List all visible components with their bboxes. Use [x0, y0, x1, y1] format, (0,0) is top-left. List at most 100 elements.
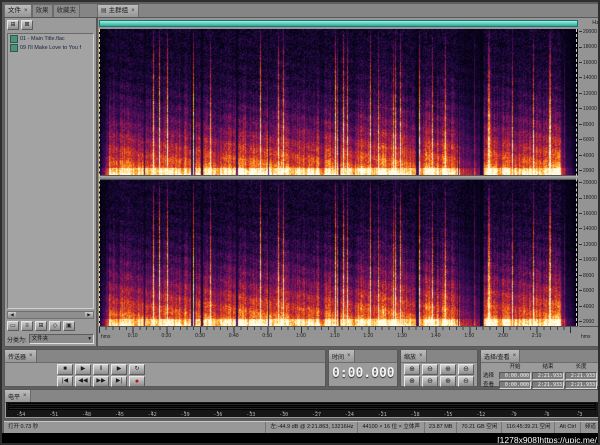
- stop-button[interactable]: ■: [57, 364, 73, 375]
- close-icon[interactable]: ×: [130, 5, 135, 17]
- meter-scale-number: -54: [16, 412, 26, 417]
- zoom-in-vertical-button[interactable]: ⊕: [404, 376, 420, 387]
- watermark-text: [1278x908]https://upic.me/: [497, 435, 597, 445]
- close-icon[interactable]: ×: [23, 5, 28, 17]
- meter-scale-number: -36: [213, 412, 223, 417]
- zoom-in-horizontal-button[interactable]: ⊕: [440, 364, 456, 375]
- play-button[interactable]: ▶: [75, 364, 91, 375]
- tab-selection-view[interactable]: 选择/查看 ×: [481, 350, 521, 362]
- selection-end-edge[interactable]: [576, 29, 577, 326]
- freq-tick-label: 2000: [579, 319, 598, 325]
- freq-tick-label: 4000: [579, 304, 598, 310]
- level-meter[interactable]: -54 -51 -48 -45 -42 -39 -36 -33 -30 -27 -24 -21 -18 -…: [6, 402, 598, 417]
- file-list-hscrollbar[interactable]: ◀ ▶: [7, 311, 94, 319]
- meter-scale-number: -6: [543, 412, 550, 417]
- play-to-end-button[interactable]: ▶: [111, 364, 127, 375]
- zoom-out-vertical-button[interactable]: ⊖: [422, 376, 438, 387]
- tab-time[interactable]: 时间 ×: [329, 350, 355, 362]
- zoom-out-horizontal-button[interactable]: ⊖: [458, 364, 474, 375]
- file-name: 01 - Main Title.flac: [20, 35, 65, 42]
- top-tab-strip: 文件 × 效果 收藏夹 ▤ 主群组 ×: [4, 4, 598, 17]
- meter-scale-number: -12: [476, 412, 486, 417]
- selection-start-field[interactable]: 0:00.000: [499, 372, 531, 380]
- import-file-button[interactable]: ⊞: [7, 20, 19, 30]
- fast-forward-button[interactable]: ▶▶: [93, 376, 109, 387]
- meter-scale-number: -48: [81, 412, 92, 417]
- zoom-to-selection-button[interactable]: ⊕: [440, 376, 456, 387]
- freq-tick-label: 14000: [579, 76, 598, 81]
- close-icon[interactable]: ×: [28, 353, 33, 359]
- close-icon[interactable]: ×: [512, 353, 517, 359]
- zoom-row-2: ⊕ ⊖ ⊕ ⊖: [404, 376, 477, 387]
- audition-window: 文件 × 效果 收藏夹 ▤ 主群组 × ⊞ ⊠ 01 - Main Title.f…: [0, 0, 600, 445]
- freq-tick-label: 16000: [579, 211, 598, 217]
- transport-body: ■ ▶ ‖ ▶ ↻ |◀ ◀◀ ▶▶ ▶| ●: [5, 362, 325, 387]
- tab-levels[interactable]: 电平 ×: [5, 390, 31, 402]
- freq-tick-label: 6000: [579, 138, 598, 143]
- spectrogram-left-channel[interactable]: [99, 29, 577, 175]
- freq-tick-label: 16000: [579, 60, 598, 66]
- meter-scale-number: -9: [510, 412, 517, 417]
- meter-scale-number: -21: [377, 412, 387, 417]
- tab-main-group[interactable]: ▤ 主群组 ×: [97, 4, 139, 17]
- zoom-full-button[interactable]: ⊖: [458, 376, 474, 387]
- close-icon[interactable]: ×: [418, 353, 423, 359]
- loop-play-button[interactable]: ↻: [129, 364, 145, 375]
- go-to-start-button[interactable]: |◀: [57, 376, 73, 387]
- freq-tick-label: 20000: [579, 181, 598, 186]
- options-button[interactable]: ▣: [63, 321, 75, 331]
- transport-row-1: ■ ▶ ‖ ▶ ↻: [57, 364, 325, 375]
- status-cursor-info: 左:-44.9 dB @ 2:21.863, 13216Hz: [265, 422, 357, 433]
- panel-menu-icon[interactable]: ▤: [101, 5, 107, 17]
- file-list[interactable]: 01 - Main Title.flac 09 I'll Make Love t…: [7, 33, 94, 309]
- sort-dropdown[interactable]: 文件夹 ▾: [28, 334, 94, 344]
- frequency-ruler-left-channel[interactable]: 20000 18000 16000 14000 12000 10000 8000 6000 40…: [579, 29, 598, 175]
- levels-panel: 电平 × -54 -51 -48 -45 -42 -39 -36 -33 -30 -27 -24 -2…: [4, 389, 598, 419]
- zoom-out-button[interactable]: ⊖: [422, 364, 438, 375]
- scroll-right-icon[interactable]: ▶: [85, 312, 93, 318]
- time-tick-label: 0:30: [195, 333, 205, 339]
- frequency-ruler-right-channel[interactable]: 20000 18000 16000 14000 12000 10000 8000 6000 40…: [579, 180, 598, 326]
- freq-tick-label: 8000: [579, 122, 598, 128]
- tab-transport[interactable]: 传送器 ×: [5, 350, 37, 362]
- freq-tick-label: 10000: [579, 107, 598, 112]
- horizontal-scroll-navbar[interactable]: [99, 20, 578, 27]
- record-button[interactable]: ●: [129, 376, 145, 387]
- file-properties-button[interactable]: ◇: [49, 321, 61, 331]
- tab-effects[interactable]: 效果: [31, 4, 53, 17]
- selection-end-field[interactable]: 2:21.933: [532, 372, 564, 380]
- tab-files-label: 文件: [8, 7, 21, 14]
- go-to-end-button[interactable]: ▶|: [111, 376, 127, 387]
- rewind-button[interactable]: ◀◀: [75, 376, 91, 387]
- playhead-cursor[interactable]: [99, 29, 100, 326]
- scroll-left-icon[interactable]: ◀: [8, 312, 16, 318]
- insert-to-cd-button[interactable]: ⊞: [35, 321, 47, 331]
- freq-tick-label: 18000: [579, 45, 598, 50]
- zoom-in-button[interactable]: ⊕: [404, 364, 420, 375]
- tab-favorites[interactable]: 收藏夹: [52, 4, 81, 17]
- time-tick-label: 1:00: [296, 333, 306, 339]
- file-list-item[interactable]: 01 - Main Title.flac: [8, 34, 93, 43]
- time-tick-label: 1:20: [363, 333, 374, 339]
- close-icon[interactable]: ×: [346, 353, 351, 359]
- view-start-field[interactable]: 0:00.000: [499, 381, 531, 389]
- tab-zoom[interactable]: 缩放 ×: [401, 350, 427, 362]
- close-icon[interactable]: ×: [22, 393, 27, 399]
- file-name: 09 I'll Make Love to You f: [20, 44, 81, 51]
- spectral-display[interactable]: [99, 29, 578, 326]
- freq-tick-label: 2000: [579, 168, 598, 174]
- tab-main-group-label: 主群组: [108, 7, 129, 14]
- insert-to-multitrack-button[interactable]: ≡: [21, 321, 33, 331]
- spectrogram-right-channel[interactable]: [99, 180, 577, 326]
- view-end-field[interactable]: 2:21.933: [532, 381, 564, 389]
- watermark-strip: [1278x908]https://upic.me/: [2, 433, 598, 445]
- close-file-button[interactable]: ⊠: [21, 20, 33, 30]
- tab-files[interactable]: 文件 ×: [4, 4, 32, 17]
- view-length-field[interactable]: 2:21.933: [565, 381, 597, 389]
- file-list-item[interactable]: 09 I'll Make Love to You f: [8, 43, 93, 52]
- edit-file-button[interactable]: ▭: [7, 321, 19, 331]
- pause-button[interactable]: ‖: [93, 364, 109, 375]
- timeline-ruler[interactable]: hms 0:10 0:20 0:30 0:40 0:50 1:00 1:10 1:20 1:30…: [99, 326, 578, 340]
- status-disk-free: 70.21 GB 空闲: [456, 422, 501, 433]
- selection-length-field[interactable]: 2:21.933: [565, 372, 597, 380]
